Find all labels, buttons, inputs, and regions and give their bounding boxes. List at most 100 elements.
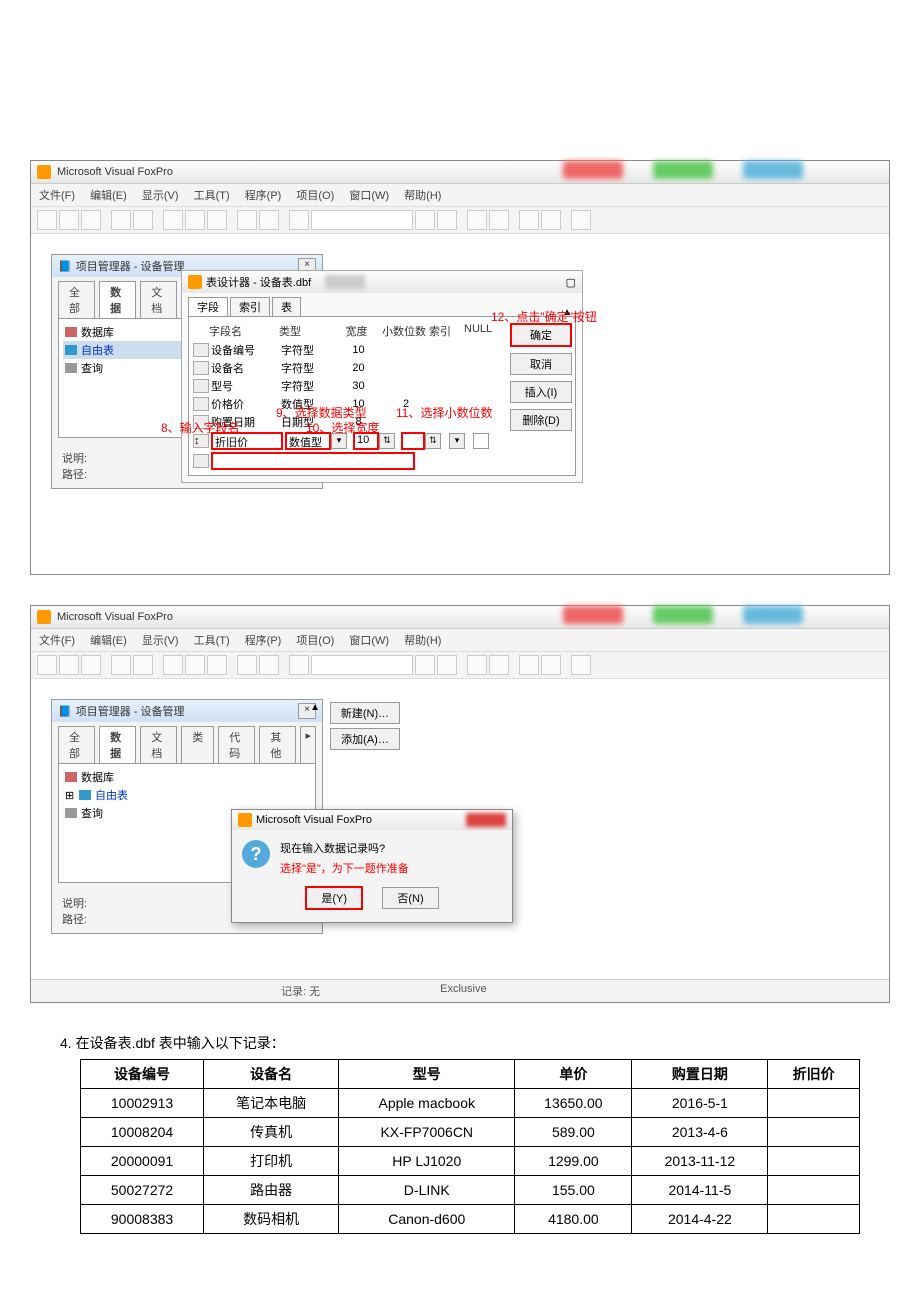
delete-button[interactable]: 删除(D) (510, 409, 572, 431)
tb-f[interactable] (541, 210, 561, 230)
pm-tab-arrow[interactable]: ▸ (300, 726, 316, 763)
dec-spinner-icon[interactable]: ⇅ (425, 433, 441, 449)
row-handle[interactable] (193, 361, 209, 375)
tb-d[interactable] (489, 210, 509, 230)
pm-item-database[interactable]: 数据库 (63, 768, 311, 786)
pm-tab-class[interactable]: 类 (181, 726, 214, 763)
tb-d[interactable] (489, 655, 509, 675)
menu-file[interactable]: 文件(F) (39, 635, 75, 647)
row-handle[interactable] (193, 379, 209, 393)
tb-redo[interactable] (259, 655, 279, 675)
row-handle[interactable] (193, 343, 209, 357)
tb-combo[interactable] (311, 655, 413, 675)
tb-undo[interactable] (237, 210, 257, 230)
tb-copy[interactable] (185, 210, 205, 230)
tb-paste[interactable] (207, 210, 227, 230)
menu-help[interactable]: 帮助(H) (404, 635, 441, 647)
tb-c[interactable] (467, 210, 487, 230)
tb-e[interactable] (519, 655, 539, 675)
pm-desc-label: 说明: (62, 453, 87, 465)
menu-program[interactable]: 程序(P) (245, 635, 282, 647)
pm-tab-all[interactable]: 全部 (58, 726, 95, 763)
tb-copy[interactable] (185, 655, 205, 675)
tb-redo[interactable] (259, 210, 279, 230)
menu-view[interactable]: 显示(V) (142, 635, 179, 647)
pm-tab-doc[interactable]: 文档 (140, 281, 177, 318)
app-icon (37, 610, 51, 624)
pm-tab-data[interactable]: 数据 (99, 281, 136, 318)
tb-combo[interactable] (311, 210, 413, 230)
yes-button[interactable]: 是(Y) (305, 886, 363, 910)
section-4-title: 4. 在设备表.dbf 表中输入以下记录： (60, 1033, 860, 1053)
tb-save[interactable] (81, 655, 101, 675)
menu-view[interactable]: 显示(V) (142, 190, 179, 202)
menu-edit[interactable]: 编辑(E) (90, 190, 127, 202)
tb-open[interactable] (59, 210, 79, 230)
menu-project[interactable]: 项目(O) (296, 190, 334, 202)
index-dropdown-icon[interactable]: ▾ (449, 433, 465, 449)
pm-tab-code[interactable]: 代码 (218, 726, 255, 763)
menu-program[interactable]: 程序(P) (245, 190, 282, 202)
menu-help[interactable]: 帮助(H) (404, 190, 441, 202)
hdr-width: 宽度 (334, 323, 379, 339)
width-spinner-icon[interactable]: ⇅ (379, 433, 395, 449)
tb-new[interactable] (37, 655, 57, 675)
tb-b[interactable] (437, 655, 457, 675)
dlg-body: ? 现在输入数据记录吗? 选择"是"，为下一题作准备 (232, 830, 512, 886)
tb-help[interactable] (571, 210, 591, 230)
pm-tab-doc[interactable]: 文档 (140, 726, 177, 763)
pm-item-freetable[interactable]: ⊞自由表 (63, 786, 311, 804)
td-titlebar: 表设计器 - 设备表.dbf ▢ (182, 271, 582, 293)
menu-window[interactable]: 窗口(W) (349, 635, 389, 647)
row-handle[interactable] (193, 454, 209, 468)
td-close-icon[interactable]: ▢ (566, 276, 576, 289)
tb-save[interactable] (81, 210, 101, 230)
ok-button[interactable]: 确定 (510, 323, 572, 347)
no-button[interactable]: 否(N) (382, 887, 438, 909)
menu-tools[interactable]: 工具(T) (194, 635, 230, 647)
tb-cut[interactable] (163, 655, 183, 675)
menu-project[interactable]: 项目(O) (296, 635, 334, 647)
insert-button[interactable]: 插入(I) (510, 381, 572, 403)
pm-tab-data[interactable]: 数据 (99, 726, 136, 763)
tb-paste[interactable] (207, 655, 227, 675)
td-tab-table[interactable]: 表 (272, 297, 301, 316)
row-handle[interactable] (193, 397, 209, 411)
tb-preview[interactable] (133, 210, 153, 230)
tb-run[interactable] (289, 210, 309, 230)
pm-tab-other[interactable]: 其他 (259, 726, 296, 763)
menu-edit[interactable]: 编辑(E) (90, 635, 127, 647)
tb-open[interactable] (59, 655, 79, 675)
tb-cut[interactable] (163, 210, 183, 230)
empty-field-input[interactable] (211, 452, 415, 470)
td-tab-field[interactable]: 字段 (188, 297, 228, 316)
menu-window[interactable]: 窗口(W) (349, 190, 389, 202)
tb-print[interactable] (111, 210, 131, 230)
new-button[interactable]: 新建(N)… (330, 702, 400, 724)
pm-tab-all[interactable]: 全部 (58, 281, 95, 318)
tb-undo[interactable] (237, 655, 257, 675)
tb-new[interactable] (37, 210, 57, 230)
td-tab-index[interactable]: 索引 (230, 297, 270, 316)
tb-a[interactable] (415, 655, 435, 675)
tb-b[interactable] (437, 210, 457, 230)
dlg-close-icon[interactable] (466, 813, 506, 827)
tb-a[interactable] (415, 210, 435, 230)
tb-f[interactable] (541, 655, 561, 675)
cancel-button[interactable]: 取消 (510, 353, 572, 375)
tb-c[interactable] (467, 655, 487, 675)
add-button[interactable]: 添加(A)… (330, 728, 400, 750)
tb-run[interactable] (289, 655, 309, 675)
null-check[interactable] (473, 433, 489, 449)
row-handle[interactable]: ↕ (193, 434, 209, 448)
tb-e[interactable] (519, 210, 539, 230)
tb-help[interactable] (571, 655, 591, 675)
tb-print[interactable] (111, 655, 131, 675)
app-title: Microsoft Visual FoxPro (57, 611, 173, 623)
menu-tools[interactable]: 工具(T) (194, 190, 230, 202)
dec-input[interactable] (401, 432, 425, 450)
tb-preview[interactable] (133, 655, 153, 675)
table-cell (768, 1176, 860, 1205)
menu-file[interactable]: 文件(F) (39, 190, 75, 202)
cell-width: 30 (336, 380, 381, 392)
